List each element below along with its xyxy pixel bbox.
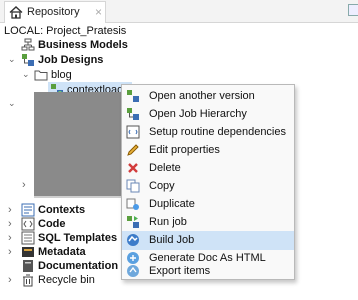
tab-label: Repository [27,6,80,18]
hierarchy-icon [127,108,139,120]
menu-item-edit-properties[interactable]: Edit properties [122,141,294,160]
chevron-down-icon[interactable]: ⌄ [8,54,16,65]
delete-x-icon [128,163,138,173]
menu-item-open-job-hierarchy[interactable]: Open Job Hierarchy [122,105,294,124]
pencil-icon [127,144,139,156]
tab-bar: Repository × [0,0,358,23]
chevron-right-icon[interactable]: › [8,274,12,286]
context-menu: Open another version Open Job Hierarchy … [121,84,295,280]
menu-item-delete[interactable]: Delete [122,159,294,178]
home-icon [9,6,23,19]
close-icon[interactable]: × [95,5,102,19]
folder-icon [34,70,48,81]
menu-item-label: Edit properties [149,144,220,156]
duplicate-icon [126,198,139,210]
documentation-icon [23,260,33,272]
chevron-down-icon[interactable]: ⌄ [8,98,16,109]
tree-item-label: Contexts [38,204,86,216]
menu-item-copy[interactable]: Copy [122,177,294,196]
chevron-right-icon[interactable]: › [8,246,12,258]
redacted-edge [34,196,122,198]
chevron-right-icon[interactable]: › [8,204,12,216]
redacted-tree-area [34,92,122,196]
menu-item-label: Delete [149,162,181,174]
sql-templates-icon [21,231,35,245]
recycle-bin-icon [23,274,33,287]
code-icon [21,217,35,231]
menu-item-label: Duplicate [149,198,195,210]
run-job-icon [127,216,139,228]
job-icon [127,90,139,102]
chevron-right-icon[interactable]: › [8,232,12,244]
export-icon [127,265,139,277]
generate-doc-icon [127,252,139,264]
tree-item-label: Job Designs [38,54,104,66]
menu-item-label: Generate Doc As HTML [149,252,266,264]
chevron-down-icon[interactable]: ⌄ [22,69,30,80]
menu-item-label: Open another version [149,90,255,102]
metadata-icon [22,247,34,257]
menu-item-label: Run job [149,216,187,228]
menu-item-setup-routine-dependencies[interactable]: Setup routine dependencies [122,123,294,142]
menu-item-open-another-version[interactable]: Open another version [122,87,294,106]
menu-item-label: Copy [149,180,175,192]
menu-item-label: Build Job [149,234,195,246]
tree-item-label: Documentation [38,260,119,272]
copy-icon [126,179,140,193]
contexts-icon [21,203,35,217]
chevron-right-icon[interactable]: › [22,179,26,191]
chevron-right-icon[interactable]: › [8,218,12,230]
view-menu-icon[interactable] [348,4,358,16]
menu-item-label: Open Job Hierarchy [149,108,247,120]
menu-item-label: Export items [149,265,211,277]
build-job-icon [127,234,139,246]
dependencies-icon [126,125,140,139]
job-designs-icon [22,54,34,66]
tree-item-label: blog [51,69,72,81]
business-models-icon [21,38,35,51]
tree-item-label: Business Models [38,39,128,51]
tab-repository[interactable]: Repository × [4,1,106,23]
menu-item-duplicate[interactable]: Duplicate [122,195,294,214]
tree-item-label: Recycle bin [38,274,95,286]
menu-item-export-items[interactable]: Export items [122,265,294,278]
repository-root-label: LOCAL: Project_Pratesis [4,25,127,37]
tree-item-label: Code [38,218,66,230]
menu-item-build-job[interactable]: Build Job [122,231,294,250]
tree-item-label: SQL Templates [38,232,118,244]
tree-item-label: Metadata [38,246,86,258]
menu-item-label: Setup routine dependencies [149,126,286,138]
menu-item-run-job[interactable]: Run job [122,213,294,232]
